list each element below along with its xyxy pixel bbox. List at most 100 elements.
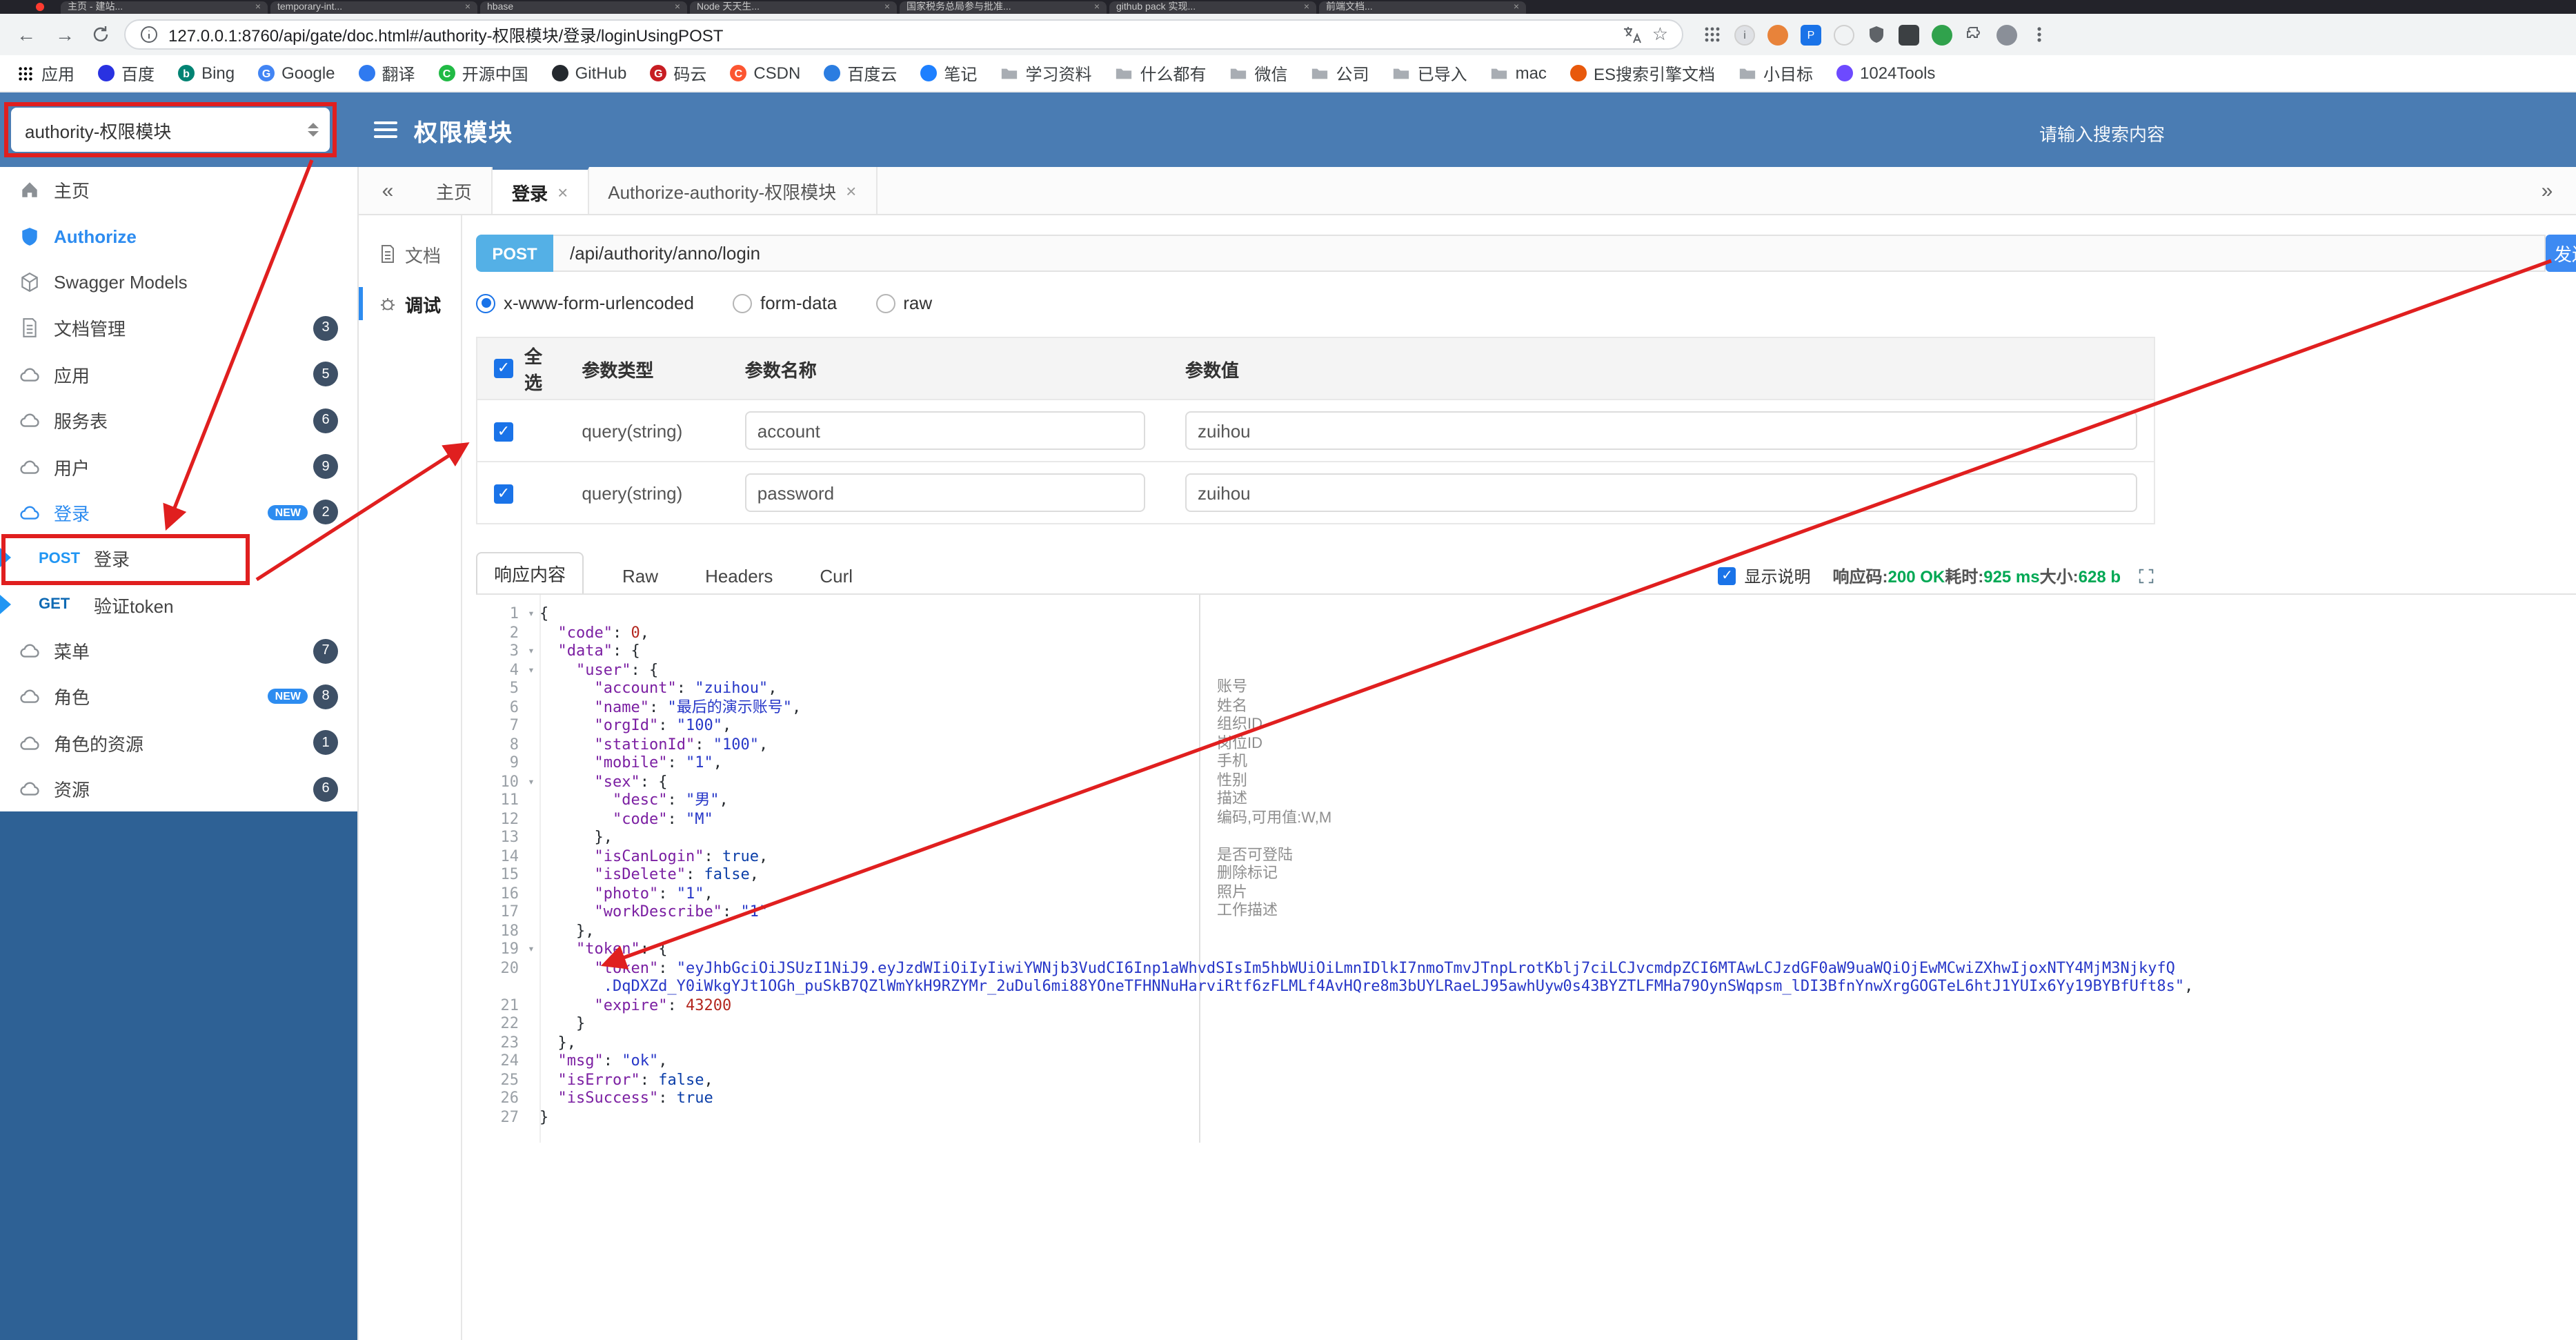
sidebar-item-login-post[interactable]: POST 登录 xyxy=(0,535,357,582)
module-select[interactable]: authority-权限模块 xyxy=(11,108,330,152)
response-tab-raw[interactable]: Raw xyxy=(606,559,675,593)
extension-shield-icon[interactable] xyxy=(1867,25,1886,44)
tab-close-icon[interactable]: × xyxy=(884,1,890,14)
search-input[interactable]: 请输入搜索内容 xyxy=(2039,120,2165,146)
tab-close-icon[interactable]: × xyxy=(1094,1,1100,14)
param-name-input[interactable] xyxy=(744,473,1145,512)
response-tab-curl[interactable]: Curl xyxy=(803,559,869,593)
fold-icon[interactable]: ▾ xyxy=(523,940,539,958)
doc-tab[interactable]: 登录 × xyxy=(493,167,589,214)
sidebar-item-home[interactable]: 主页 xyxy=(0,167,357,213)
browser-tab[interactable]: github pack 实现... × xyxy=(1109,1,1316,14)
sidebar-item-app[interactable]: 应用 5 xyxy=(0,351,357,397)
bookmark-item[interactable]: C CSDN xyxy=(730,63,800,83)
radio-icon[interactable] xyxy=(476,293,495,313)
tab-close-icon[interactable]: × xyxy=(1304,1,1309,14)
doc-nav-doc[interactable]: 文档 xyxy=(359,229,461,279)
body-type-option[interactable]: form-data xyxy=(732,293,837,313)
browser-tab[interactable]: 主页 - 建站... × xyxy=(61,1,268,14)
bookmark-item[interactable]: 翻译 xyxy=(358,61,415,85)
param-value-input[interactable] xyxy=(1185,411,2137,450)
fold-icon[interactable]: ▾ xyxy=(523,660,539,679)
translate-icon[interactable] xyxy=(1623,25,1643,44)
forward-icon[interactable]: → xyxy=(52,23,77,46)
bookmark-item[interactable]: mac xyxy=(1491,63,1547,83)
row-checkbox[interactable]: ✓ xyxy=(494,422,513,442)
info-badge-icon[interactable]: i xyxy=(1734,24,1755,45)
sidebar-item-swagger-models[interactable]: Swagger Models xyxy=(0,259,357,306)
extension-white-icon[interactable] xyxy=(1834,24,1854,45)
bookmark-star-icon[interactable]: ☆ xyxy=(1652,23,1668,46)
bookmark-item[interactable]: 什么都有 xyxy=(1115,61,1207,85)
profile-avatar[interactable] xyxy=(1997,24,2017,45)
fold-icon[interactable]: ▾ xyxy=(523,642,539,660)
sidebar-item-service-table[interactable]: 服务表 6 xyxy=(0,397,357,444)
doc-tab[interactable]: Authorize-authority-权限模块 × xyxy=(588,167,878,214)
doc-tab[interactable]: 主页 xyxy=(417,167,493,214)
tab-close-icon[interactable]: × xyxy=(846,180,856,201)
tab-close-icon[interactable]: × xyxy=(557,181,568,202)
bookmark-item[interactable]: G 码云 xyxy=(650,61,706,85)
select-all-checkbox[interactable]: ✓ xyxy=(494,359,513,378)
browser-tab[interactable]: temporary-int... × xyxy=(270,1,477,14)
back-icon[interactable]: ← xyxy=(14,23,39,46)
browser-tab[interactable]: 国家税务总局参与批准... × xyxy=(900,1,1107,14)
tab-close-icon[interactable]: × xyxy=(675,1,680,14)
send-button[interactable]: 发送 xyxy=(2546,235,2576,272)
menu-toggle-icon[interactable] xyxy=(374,117,397,142)
extension-green-icon[interactable] xyxy=(1932,24,1952,45)
radio-icon[interactable] xyxy=(875,293,895,313)
puzzle-icon[interactable] xyxy=(1965,25,1984,44)
sidebar-item-user[interactable]: 用户 9 xyxy=(0,443,357,490)
address-bar[interactable]: 127.0.0.1:8760/api/gate/doc.html#/author… xyxy=(124,19,1683,50)
bookmark-item[interactable]: b Bing xyxy=(178,63,235,83)
sidebar-item-verify-token-get[interactable]: GET 验证token xyxy=(0,582,357,628)
tab-close-icon[interactable]: × xyxy=(255,1,261,14)
collapse-tabs-icon[interactable]: « xyxy=(359,167,417,214)
doc-nav-debug[interactable]: 调试 xyxy=(359,279,461,328)
extension-dark-square-icon[interactable] xyxy=(1899,24,1919,45)
bookmark-item[interactable]: 微信 xyxy=(1230,61,1288,85)
sidebar-item-doc-manage[interactable]: 文档管理 3 xyxy=(0,305,357,352)
response-tab-headers[interactable]: Headers xyxy=(688,559,789,593)
bookmark-item[interactable]: 1024Tools xyxy=(1836,63,1935,83)
sidebar-item-login[interactable]: 登录 NEW 2 xyxy=(0,489,357,536)
fold-icon[interactable]: ▾ xyxy=(523,604,539,623)
extensions-grid-icon[interactable] xyxy=(1703,25,1722,44)
bookmark-item[interactable]: 公司 xyxy=(1311,61,1369,85)
menu-kebab-icon[interactable] xyxy=(2030,25,2049,44)
site-info-icon[interactable] xyxy=(139,25,159,44)
bookmark-item[interactable]: 小目标 xyxy=(1738,61,1813,85)
sidebar-item-menu[interactable]: 菜单 7 xyxy=(0,627,357,674)
body-type-option[interactable]: raw xyxy=(875,293,932,313)
expand-tabs-icon[interactable]: » xyxy=(2518,167,2576,214)
bookmark-item[interactable]: GitHub xyxy=(551,63,626,83)
tab-close-icon[interactable]: × xyxy=(1514,1,1519,14)
tab-close-icon[interactable]: × xyxy=(465,1,470,14)
request-url[interactable]: /api/authority/anno/login xyxy=(553,235,2546,272)
fold-icon[interactable]: ▾ xyxy=(523,772,539,791)
bookmark-item[interactable]: 笔记 xyxy=(920,61,977,85)
bookmark-item[interactable]: 已导入 xyxy=(1393,61,1467,85)
response-tab-响应内容[interactable]: 响应内容 xyxy=(476,552,584,595)
sidebar-item-resource[interactable]: 资源 6 xyxy=(0,766,357,812)
refresh-icon[interactable] xyxy=(91,25,110,44)
bookmark-item[interactable]: 应用 xyxy=(17,61,75,85)
extension-blue-square-icon[interactable]: P xyxy=(1801,24,1821,45)
sidebar-item-authorize[interactable]: Authorize xyxy=(0,213,357,259)
sidebar-item-role-resource[interactable]: 角色的资源 1 xyxy=(0,720,357,767)
expand-icon[interactable] xyxy=(2137,567,2155,585)
bookmark-item[interactable]: 学习资料 xyxy=(1000,61,1091,85)
param-name-input[interactable] xyxy=(744,411,1145,450)
browser-tab[interactable]: hbase × xyxy=(480,1,687,14)
radio-icon[interactable] xyxy=(732,293,752,313)
body-type-option[interactable]: x-www-form-urlencoded xyxy=(476,293,694,313)
show-desc-checkbox[interactable]: ✓ xyxy=(1718,567,1736,585)
row-checkbox[interactable]: ✓ xyxy=(494,484,513,504)
bookmark-item[interactable]: C 开源中国 xyxy=(438,61,528,85)
bookmark-item[interactable]: 百度云 xyxy=(824,61,897,85)
bookmark-item[interactable]: 百度 xyxy=(98,61,155,85)
param-value-input[interactable] xyxy=(1185,473,2137,512)
bookmark-item[interactable]: G Google xyxy=(258,63,335,83)
bookmark-item[interactable]: ES搜索引擎文档 xyxy=(1569,61,1715,85)
